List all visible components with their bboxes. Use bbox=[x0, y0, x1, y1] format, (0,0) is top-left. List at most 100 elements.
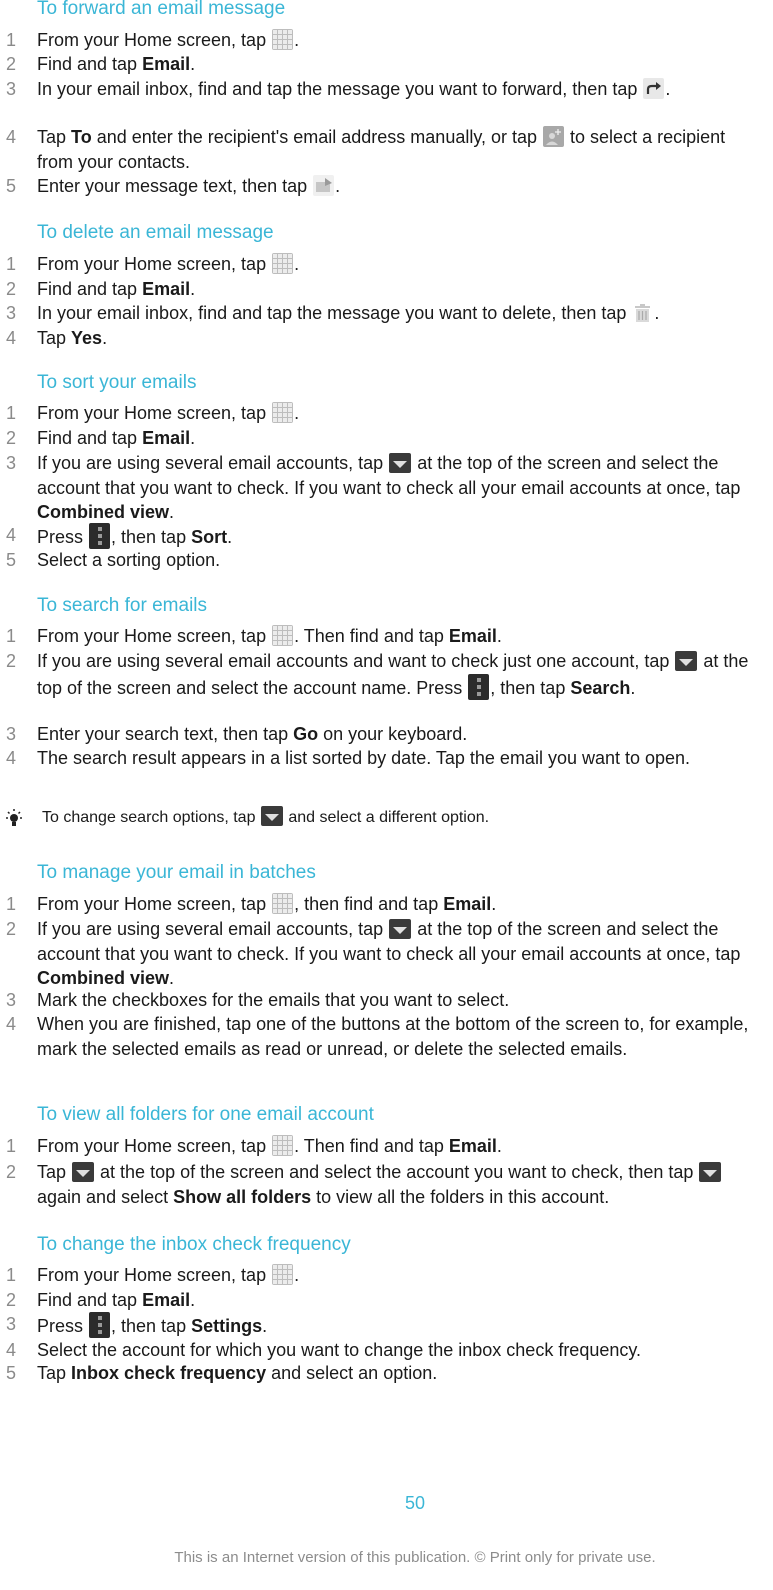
step-number: 3 bbox=[6, 990, 17, 1010]
ui-label: Email bbox=[448, 626, 497, 646]
step-text: From your Home screen, tap bbox=[37, 1265, 272, 1285]
dropdown-icon bbox=[72, 1162, 95, 1182]
section-heading: To view all folders for one email accoun… bbox=[37, 1104, 374, 1125]
step-number: 3 bbox=[6, 79, 17, 99]
step-text: Tap bbox=[37, 1162, 72, 1182]
step-content: Press , then tap Settings. bbox=[37, 1312, 765, 1339]
step-number: 3 bbox=[6, 1314, 17, 1334]
step-number: 5 bbox=[6, 1363, 17, 1383]
step-content: In your email inbox, find and tap the me… bbox=[37, 77, 765, 102]
step-number: 4 bbox=[6, 525, 17, 545]
step-text: If you are using several email accounts,… bbox=[37, 919, 389, 939]
step-content: Mark the checkboxes for the emails that … bbox=[37, 988, 765, 1013]
section-heading: To search for emails bbox=[37, 595, 208, 616]
step-text: . bbox=[227, 527, 233, 547]
step-text: The search result appears in a list sort… bbox=[37, 748, 691, 768]
step-number: 2 bbox=[6, 919, 17, 939]
ui-label: Email bbox=[142, 428, 191, 448]
ui-label: Email bbox=[142, 279, 191, 299]
step-number: 4 bbox=[6, 748, 17, 768]
menu-key-icon bbox=[89, 1312, 111, 1338]
step-content: From your Home screen, tap , then find a… bbox=[37, 892, 765, 917]
step-text: Mark the checkboxes for the emails that … bbox=[37, 990, 510, 1010]
step-text: . Then find and tap bbox=[294, 626, 449, 646]
trash-icon bbox=[632, 302, 653, 323]
step-text: . bbox=[654, 303, 660, 323]
menu-key-icon bbox=[468, 673, 490, 700]
apps-grid-icon bbox=[272, 1264, 294, 1285]
step-content: If you are using several email accounts,… bbox=[37, 917, 765, 991]
step-text: . bbox=[294, 1265, 300, 1285]
section-heading: To manage your email in batches bbox=[37, 862, 316, 883]
step-content: From your Home screen, tap . bbox=[37, 1263, 765, 1288]
step-text: on your keyboard. bbox=[318, 724, 468, 744]
step-content: From your Home screen, tap . Then find a… bbox=[37, 1134, 765, 1159]
step-content: From your Home screen, tap . Then find a… bbox=[37, 624, 765, 649]
step-content: From your Home screen, tap . bbox=[37, 252, 765, 277]
step-content: Enter your search text, then tap Go on y… bbox=[37, 722, 765, 747]
dropdown-icon bbox=[675, 651, 698, 671]
section-heading: To delete an email message bbox=[37, 222, 274, 243]
step-text: Tap bbox=[37, 1363, 72, 1383]
step-content: Tap at the top of the screen and select … bbox=[37, 1160, 765, 1209]
step-text: Press bbox=[37, 527, 89, 547]
step-text: . bbox=[294, 30, 300, 50]
step-text: , then tap bbox=[490, 677, 571, 698]
step-content: Find and tap Email. bbox=[37, 277, 765, 302]
step-text: at the top of the screen and select the … bbox=[95, 1162, 699, 1182]
tip-text: To change search options, tap and select… bbox=[42, 806, 489, 829]
step-text: . bbox=[294, 254, 300, 274]
step-number: 4 bbox=[6, 328, 17, 348]
step-text: Enter your search text, then tap bbox=[37, 724, 294, 744]
step-text: When you are finished, tap one of the bu… bbox=[37, 1014, 749, 1059]
lightbulb-icon bbox=[3, 808, 25, 830]
step-content: Select the account for which you want to… bbox=[37, 1338, 765, 1363]
step-content: If you are using several email accounts,… bbox=[37, 451, 765, 525]
apps-grid-icon bbox=[272, 253, 294, 274]
step-text: . bbox=[190, 279, 196, 299]
ui-label: Go bbox=[293, 724, 319, 744]
apps-grid-icon bbox=[272, 1135, 294, 1156]
forward-arrow-icon bbox=[643, 78, 665, 99]
step-text: Find and tap bbox=[37, 279, 143, 299]
step-number: 4 bbox=[6, 1340, 17, 1360]
step-text: In your email inbox, find and tap the me… bbox=[37, 303, 632, 323]
step-text: Select the account for which you want to… bbox=[37, 1340, 642, 1360]
step-text: From your Home screen, tap bbox=[37, 1136, 272, 1156]
step-text: . bbox=[335, 176, 341, 196]
step-number: 2 bbox=[6, 1162, 17, 1182]
dropdown-icon bbox=[260, 806, 283, 826]
step-text: Enter your message text, then tap bbox=[37, 176, 313, 196]
step-content: Press , then tap Sort. bbox=[37, 523, 765, 550]
step-content: Tap To and enter the recipient's email a… bbox=[37, 125, 765, 174]
step-number: 1 bbox=[6, 254, 17, 274]
step-number: 5 bbox=[6, 176, 17, 196]
footer-notice: This is an Internet version of this publ… bbox=[174, 1549, 656, 1566]
step-content: If you are using several email accounts … bbox=[37, 649, 765, 700]
apps-grid-icon bbox=[272, 625, 294, 646]
step-content: Enter your message text, then tap . bbox=[37, 174, 765, 199]
step-text: From your Home screen, tap bbox=[37, 626, 272, 646]
ui-label: Inbox check frequency bbox=[71, 1363, 267, 1383]
step-text: . bbox=[496, 626, 502, 646]
step-text: . bbox=[630, 677, 636, 698]
step-number: 5 bbox=[6, 550, 17, 570]
step-content: In your email inbox, find and tap the me… bbox=[37, 301, 765, 326]
step-text: Tap bbox=[37, 328, 72, 348]
step-text: From your Home screen, tap bbox=[37, 30, 272, 50]
step-number: 1 bbox=[6, 1136, 17, 1156]
ui-label: Sort bbox=[191, 527, 228, 547]
step-text: . bbox=[294, 403, 300, 423]
page-number: 50 bbox=[404, 1493, 426, 1513]
step-text: to view all the folders in this account. bbox=[311, 1186, 610, 1207]
step-content: When you are finished, tap one of the bu… bbox=[37, 1012, 765, 1061]
step-number: 2 bbox=[6, 279, 17, 299]
step-content: Tap Inbox check frequency and select an … bbox=[37, 1361, 765, 1386]
step-text: If you are using several email accounts … bbox=[37, 651, 675, 671]
step-number: 1 bbox=[6, 403, 17, 423]
step-text: and enter the recipient's email address … bbox=[91, 127, 543, 147]
step-text: , then find and tap bbox=[294, 894, 444, 914]
ui-label: Email bbox=[448, 1136, 497, 1156]
step-content: Select a sorting option. bbox=[37, 548, 765, 573]
ui-label: Email bbox=[142, 54, 191, 74]
